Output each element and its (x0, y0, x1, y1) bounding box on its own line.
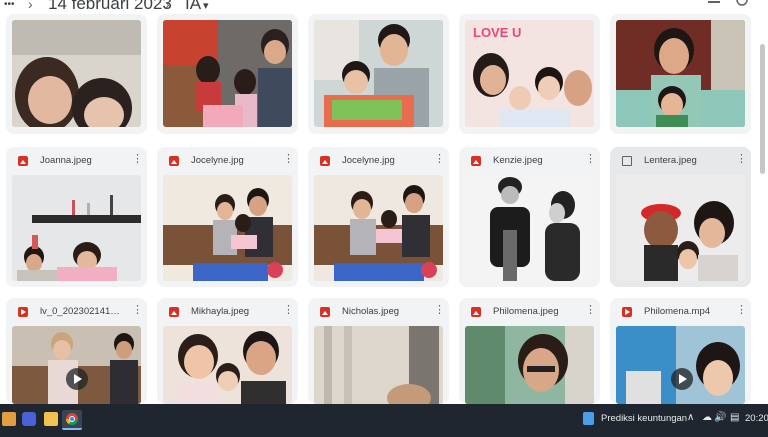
video-thumbnail (12, 326, 141, 404)
file-card-header: Joanna.jpeg ⋮ (6, 147, 147, 175)
more-options-icon[interactable]: ⋮ (585, 305, 596, 316)
svg-text:LOVE U: LOVE U (473, 25, 521, 40)
info-icon[interactable] (735, 0, 749, 9)
file-explorer-icon[interactable] (44, 412, 58, 426)
image-file-icon (320, 156, 330, 166)
breadcrumb-separator: › (28, 0, 33, 12)
weather-widget-icon[interactable] (2, 412, 16, 426)
more-options-icon[interactable]: ⋮ (736, 305, 747, 316)
photo-thumbnail (163, 326, 292, 404)
onedrive-icon[interactable]: ☁ (702, 412, 712, 423)
more-options-icon[interactable]: ⋮ (283, 305, 294, 316)
more-options-icon[interactable]: ⋮ (434, 305, 445, 316)
image-file-icon (471, 156, 481, 166)
photo-thumbnail (465, 175, 594, 281)
image-file-icon (18, 156, 28, 166)
file-card[interactable]: Mikhayla.jpeg ⋮ (157, 298, 298, 404)
file-card-header: Jocelyne.jpg ⋮ (157, 147, 298, 175)
more-options-icon[interactable]: ⋮ (736, 154, 747, 165)
image-file-icon (169, 156, 179, 166)
image-file-icon (169, 307, 179, 317)
breadcrumb-current-folder[interactable]: IA (185, 0, 201, 14)
file-card[interactable]: LOVE U (459, 14, 600, 134)
photo-thumbnail (163, 175, 292, 281)
network-icon[interactable]: ▤ (730, 412, 739, 423)
photo-thumbnail: LOVE U (465, 20, 594, 127)
news-icon[interactable] (583, 412, 594, 425)
file-name: Nicholas.jpeg (342, 306, 400, 317)
breadcrumb-date-folder[interactable]: 14 februari 2023 (48, 0, 172, 14)
chevron-up-icon[interactable]: ∧ (687, 412, 694, 423)
file-card[interactable] (6, 14, 147, 134)
volume-icon[interactable]: 🔊 (714, 412, 726, 423)
photo-thumbnail (616, 20, 745, 127)
more-breadcrumb-button[interactable]: ••• (4, 0, 15, 10)
breadcrumb-separator: › (165, 0, 170, 12)
file-name: Philomena.mp4 (644, 306, 711, 317)
file-name: Philomena.jpeg (493, 306, 559, 317)
more-options-icon[interactable]: ⋮ (132, 154, 143, 165)
video-file-icon (18, 307, 28, 317)
play-icon[interactable] (671, 368, 693, 390)
more-options-icon[interactable]: ⋮ (434, 154, 445, 165)
clock-time[interactable]: 20:20 (745, 413, 768, 424)
photo-thumbnail (163, 20, 292, 127)
file-card[interactable]: Philomena.mp4 ⋮ (610, 298, 751, 404)
file-card-header: Mikhayla.jpeg ⋮ (157, 298, 298, 326)
photo-thumbnail (616, 175, 745, 281)
chrome-taskbar-button[interactable] (62, 410, 82, 430)
file-card[interactable] (610, 14, 751, 134)
file-card[interactable]: lv_0_20230214160... ⋮ (6, 298, 147, 404)
file-card-header: Kenzie.jpeg ⋮ (459, 147, 600, 175)
file-name: Jocelyne.jpg (342, 155, 395, 166)
photo-thumbnail (314, 175, 443, 281)
file-card[interactable] (308, 14, 449, 134)
file-grid: LOVE U Joanna.jpeg ⋮ Jocelyne.jpg ⋮ Joce (6, 14, 756, 404)
file-card-header: Philomena.jpeg ⋮ (459, 298, 600, 326)
file-card-header: lv_0_20230214160... ⋮ (6, 298, 147, 326)
file-name: Mikhayla.jpeg (191, 306, 250, 317)
photo-thumbnail (12, 20, 141, 127)
file-card-header: Nicholas.jpeg ⋮ (308, 298, 449, 326)
image-file-icon (471, 307, 481, 317)
file-card-header: Jocelyne.jpg ⋮ (308, 147, 449, 175)
file-card[interactable]: Kenzie.jpeg ⋮ (459, 147, 600, 287)
video-thumbnail (616, 326, 745, 404)
photo-thumbnail (314, 326, 443, 404)
file-name: lv_0_20230214160... (40, 306, 124, 317)
teams-icon[interactable] (22, 412, 36, 426)
file-card[interactable] (157, 14, 298, 134)
video-file-icon (622, 307, 632, 317)
more-options-icon[interactable]: ⋮ (132, 305, 143, 316)
top-toolbar: ••• › 14 februari 2023 › IA ▾ (0, 0, 768, 14)
chevron-down-icon[interactable]: ▾ (203, 0, 209, 12)
file-name: Kenzie.jpeg (493, 155, 543, 166)
file-card[interactable]: Jocelyne.jpg ⋮ (308, 147, 449, 287)
file-card-selected[interactable]: Lentera.jpeg ⋮ (610, 147, 751, 287)
file-card-header: Lentera.jpeg ⋮ (610, 147, 751, 175)
photo-thumbnail (465, 326, 594, 404)
file-card[interactable]: Philomena.jpeg ⋮ (459, 298, 600, 404)
photo-thumbnail (12, 175, 141, 281)
taskbar-notification-text[interactable]: Prediksi keuntungan (601, 413, 687, 424)
file-card[interactable]: Joanna.jpeg ⋮ (6, 147, 147, 287)
image-file-icon (320, 307, 330, 317)
more-options-icon[interactable]: ⋮ (585, 154, 596, 165)
photo-thumbnail (314, 20, 443, 127)
taskbar: Prediksi keuntungan ∧ ☁ 🔊 ▤ 20:20 (0, 404, 768, 437)
list-view-icon[interactable] (707, 0, 721, 9)
file-card[interactable]: Nicholas.jpeg ⋮ (308, 298, 449, 404)
more-options-icon[interactable]: ⋮ (283, 154, 294, 165)
file-name: Lentera.jpeg (644, 155, 697, 166)
file-name: Joanna.jpeg (40, 155, 92, 166)
file-name: Jocelyne.jpg (191, 155, 244, 166)
checkbox-icon[interactable] (622, 156, 632, 166)
file-card[interactable]: Jocelyne.jpg ⋮ (157, 147, 298, 287)
vertical-scrollbar[interactable] (760, 44, 765, 174)
play-icon[interactable] (66, 368, 88, 390)
file-card-header: Philomena.mp4 ⋮ (610, 298, 751, 326)
